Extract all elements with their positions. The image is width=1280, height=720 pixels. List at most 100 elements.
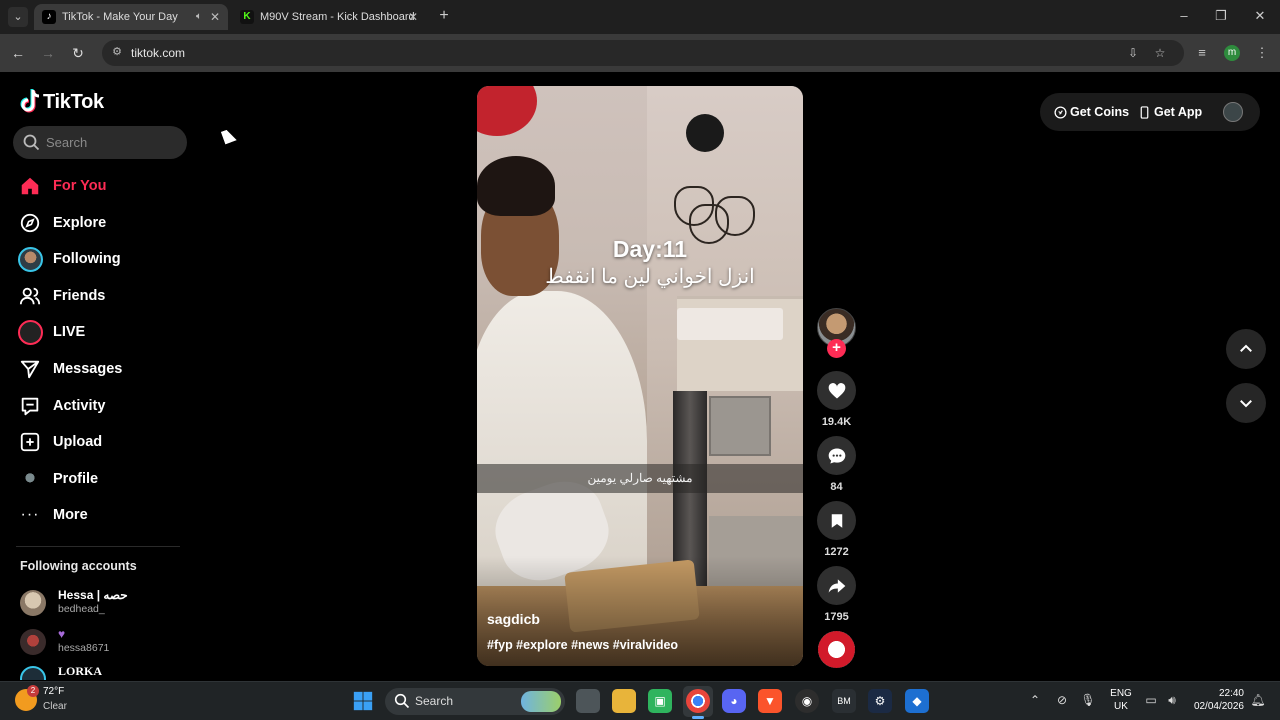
network-icon[interactable]: ▭	[1141, 690, 1161, 710]
get-coins-button[interactable]: Get Coins	[1053, 93, 1129, 131]
nav-messages[interactable]: Messages	[16, 354, 122, 384]
taskbar-search[interactable]: Search	[385, 688, 565, 715]
obs-icon[interactable]: ◉	[795, 689, 819, 713]
kick-favicon-icon: K	[240, 10, 254, 24]
tab-kick[interactable]: K M90V Stream - Kick Dashboard ✕	[232, 4, 426, 30]
nav-activity[interactable]: Activity	[16, 391, 105, 421]
chrome-icon[interactable]	[686, 689, 710, 713]
like-button[interactable]	[817, 371, 856, 410]
restore-button[interactable]: ❐	[1209, 6, 1233, 26]
tab-tiktok[interactable]: ♪ TikTok - Make Your Day 🔈︎ ✕	[34, 4, 228, 30]
activity-icon	[16, 392, 44, 420]
avatar	[20, 666, 46, 680]
nav-label: Messages	[53, 361, 123, 377]
nav-profile[interactable]: Profile	[16, 464, 98, 494]
following-account[interactable]: Hessa | حصه bedhead_	[20, 588, 180, 618]
get-app-button[interactable]: Get App	[1137, 93, 1202, 131]
save-button[interactable]	[817, 501, 856, 540]
header-actions: Get Coins Get App	[1040, 93, 1260, 131]
following-account[interactable]: ♥ hessa8671	[20, 627, 180, 657]
file-explorer-icon[interactable]	[612, 689, 636, 713]
user-avatar[interactable]	[1223, 102, 1243, 122]
tiktok-logo[interactable]: TikTok	[20, 89, 104, 115]
weather-condition: Clear	[43, 701, 67, 712]
video-author[interactable]: sagdicb	[487, 611, 540, 627]
menu-kebab-icon[interactable]: ⋮	[1252, 43, 1272, 63]
nav-label: Upload	[53, 434, 103, 450]
minimize-button[interactable]: –	[1172, 6, 1196, 26]
profile-avatar[interactable]: m	[1224, 45, 1240, 61]
nav-friends[interactable]: Friends	[16, 281, 105, 311]
speaker-icon[interactable]: 🔈︎	[196, 4, 202, 30]
video-caption-bar: مشتهيه صارلي يومين	[477, 464, 803, 493]
video-scene	[677, 308, 783, 340]
nav-explore[interactable]: Explore	[16, 208, 106, 238]
tray-overflow-icon[interactable]: ⌃	[1025, 690, 1045, 710]
tiktok-favicon-icon: ♪	[42, 10, 56, 24]
following-account[interactable]: LORKA	[20, 664, 180, 680]
coin-icon	[1053, 105, 1067, 119]
discord-icon[interactable]: ◕	[722, 689, 746, 713]
task-view-icon[interactable]	[576, 689, 600, 713]
site-settings-icon[interactable]: ⚙	[110, 45, 124, 59]
follow-plus-icon[interactable]: +	[827, 339, 846, 358]
notification-icon[interactable]: 🔔︎	[1248, 690, 1268, 710]
brave-icon[interactable]: ▼	[758, 689, 782, 713]
previous-video-button[interactable]	[1226, 329, 1266, 369]
media-controls-icon[interactable]: ≡	[1192, 43, 1212, 63]
browser-toolbar: ← → ↻ ⚙ tiktok.com ⇩ ☆ ≡ m ⋮	[0, 34, 1280, 72]
nav-live[interactable]: LIVE	[16, 317, 85, 347]
address-bar[interactable]: ⚙ tiktok.com ⇩ ☆	[102, 40, 1184, 66]
logo-text: TikTok	[43, 90, 104, 113]
account-name: Hessa | حصه	[58, 588, 128, 602]
comment-count: 84	[830, 481, 843, 493]
comment-button[interactable]	[817, 436, 856, 475]
app-icon-bm[interactable]: BM	[832, 689, 856, 713]
live-icon	[16, 318, 44, 346]
close-tab-icon[interactable]: ✕	[210, 4, 220, 30]
video-player[interactable]: Day:11 انزل اخواني لين ما انقفط مشتهيه ص…	[477, 86, 803, 666]
language-indicator[interactable]: ENG UK	[1108, 687, 1134, 713]
reload-button[interactable]: ↻	[68, 43, 88, 63]
close-window-button[interactable]: ✕	[1248, 6, 1272, 26]
volume-icon[interactable]: 🔊︎	[1162, 690, 1182, 710]
following-accounts-title: Following accounts	[20, 559, 137, 573]
nav-upload[interactable]: Upload	[16, 427, 102, 457]
no-camera-icon[interactable]: ⊘	[1052, 690, 1072, 710]
friends-icon	[16, 282, 44, 310]
following-avatar-icon	[16, 245, 44, 273]
rocket-league-icon[interactable]: ◆	[905, 689, 929, 713]
home-icon	[16, 172, 44, 200]
nav-more[interactable]: ··· More	[16, 500, 88, 530]
close-tab-icon[interactable]: ✕	[408, 4, 418, 30]
video-hashtags[interactable]: #fyp #explore #news #viralvideo	[487, 638, 678, 652]
video-scene	[709, 396, 771, 456]
steam-icon[interactable]: ⚙	[868, 689, 892, 713]
browser-tab-strip: ⌄ ♪ TikTok - Make Your Day 🔈︎ ✕ K M90V S…	[0, 0, 1280, 34]
comment-icon	[828, 448, 845, 463]
chevron-up-icon	[1240, 344, 1252, 352]
url-text: tiktok.com	[131, 46, 186, 60]
app-icon-green[interactable]: ▣	[648, 689, 672, 713]
next-video-button[interactable]	[1226, 383, 1266, 423]
plus-square-icon	[16, 428, 44, 456]
nav-following[interactable]: Following	[16, 244, 121, 274]
weather-temperature: 72°F	[43, 686, 65, 697]
search-box[interactable]	[13, 126, 187, 159]
windows-start-icon[interactable]	[351, 689, 375, 713]
weather-badge: 2	[27, 685, 39, 697]
microphone-icon[interactable]: 🎙︎	[1078, 690, 1098, 710]
tab-search-button[interactable]: ⌄	[8, 7, 28, 27]
search-input[interactable]	[46, 126, 176, 159]
profile-avatar-icon	[16, 465, 44, 493]
taskbar-clock[interactable]: 22:40 02/04/2026	[1188, 687, 1244, 713]
back-button[interactable]: ←	[8, 43, 28, 63]
bookmark-star-icon[interactable]: ☆	[1151, 44, 1169, 62]
install-app-icon[interactable]: ⇩	[1124, 44, 1142, 62]
video-scene	[477, 86, 537, 136]
forward-button[interactable]: →	[38, 43, 58, 63]
new-tab-button[interactable]: +	[434, 6, 454, 26]
nav-for-you[interactable]: For You	[16, 171, 106, 201]
share-button[interactable]	[817, 566, 856, 605]
music-disc-icon[interactable]	[818, 631, 855, 668]
